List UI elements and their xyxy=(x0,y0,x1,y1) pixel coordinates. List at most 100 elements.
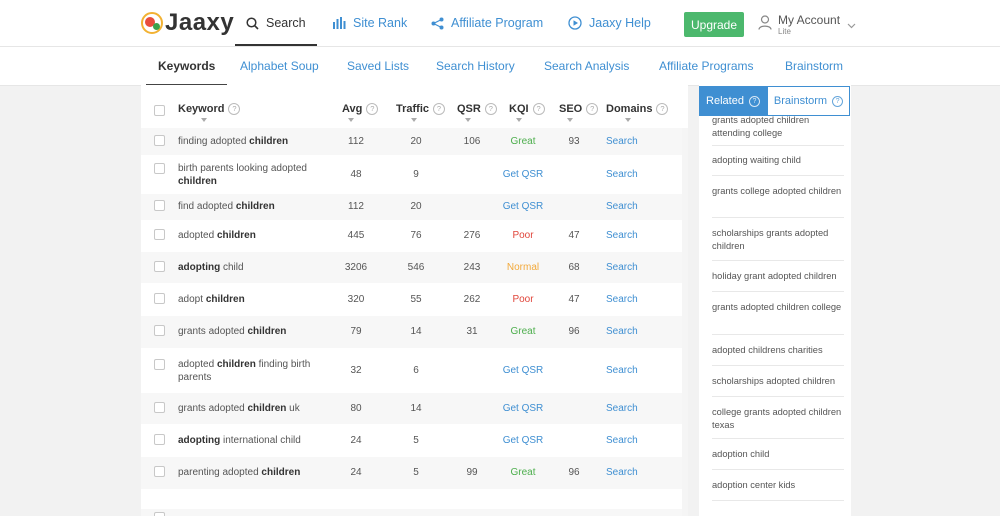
help-icon[interactable]: ? xyxy=(656,103,669,115)
table-row: adopting child 3206 546 243 68 Normal Search xyxy=(141,252,682,283)
traffic-value: 14 xyxy=(410,402,422,414)
domains-search-link[interactable]: Search xyxy=(606,435,638,446)
help-icon[interactable]: ? xyxy=(366,103,379,115)
help-icon[interactable]: ? xyxy=(748,95,760,107)
get-qsr-link[interactable]: Get QSR xyxy=(493,201,553,212)
get-qsr-link[interactable]: Get QSR xyxy=(493,365,553,376)
sort-caret-icon[interactable] xyxy=(516,118,522,122)
row-checkbox[interactable] xyxy=(154,433,165,445)
subnav-brainstorm[interactable]: Brainstorm xyxy=(785,47,843,85)
select-all-checkbox[interactable] xyxy=(154,105,165,116)
keyword-bold: children xyxy=(247,326,287,337)
subnav-keywords[interactable]: Keywords xyxy=(145,47,228,86)
subnav-search-analysis[interactable]: Search Analysis xyxy=(544,47,629,85)
header-keyword[interactable]: Keyword? xyxy=(178,103,241,115)
related-panel: Related? Brainstorm? grants adopted chil… xyxy=(699,85,851,516)
row-checkbox[interactable] xyxy=(154,512,165,516)
keyword-text: grants adopted children uk xyxy=(178,402,328,415)
help-icon[interactable]: ? xyxy=(433,103,446,115)
topnav-search[interactable]: Search xyxy=(235,0,317,46)
help-icon[interactable]: ? xyxy=(832,95,844,107)
related-keyword-item[interactable]: adopting waiting child xyxy=(712,145,844,176)
related-keyword-item[interactable]: adoption center kids xyxy=(712,470,844,501)
table-row: birth parents looking adopted children 48… xyxy=(141,155,682,194)
help-icon[interactable]: ? xyxy=(532,103,545,115)
table-scrollbar[interactable] xyxy=(682,128,688,516)
topnav-site-rank[interactable]: Site Rank xyxy=(333,0,407,46)
keyword-text: parenting adopted children xyxy=(178,466,328,479)
related-keyword-item[interactable]: scholarships adopted children xyxy=(712,366,844,397)
traffic-value: 5 xyxy=(413,467,419,478)
keyword-pre: grants adopted xyxy=(178,326,248,337)
sort-caret-icon[interactable] xyxy=(465,118,471,122)
topnav-affiliate-program[interactable]: Affiliate Program xyxy=(431,0,543,46)
domains-search-link[interactable]: Search xyxy=(606,294,638,305)
header-seo[interactable]: SEO? xyxy=(559,103,599,115)
domains-search-link[interactable]: Search xyxy=(606,467,638,478)
related-keyword-item[interactable]: grants adopted children college xyxy=(712,292,844,335)
header-avg[interactable]: Avg? xyxy=(342,103,379,115)
related-keyword-item[interactable]: grants college adopted children xyxy=(712,176,844,218)
subnav-saved-lists[interactable]: Saved Lists xyxy=(347,47,409,85)
domains-search-link[interactable]: Search xyxy=(606,262,638,273)
row-checkbox[interactable] xyxy=(154,401,165,413)
row-checkbox[interactable] xyxy=(154,162,165,174)
row-checkbox[interactable] xyxy=(154,325,165,336)
top-nav-bar: Jaaxy Search Site Rank Affiliate Program… xyxy=(0,0,1000,47)
subnav-affiliate-programs[interactable]: Affiliate Programs xyxy=(659,47,753,85)
domains-search-link[interactable]: Search xyxy=(606,169,638,180)
domains-search-link[interactable]: Search xyxy=(606,326,638,337)
keyword-bold: adopting xyxy=(178,434,221,446)
keyword-text: birth parents looking adopted children xyxy=(178,162,328,188)
get-qsr-link[interactable]: Get QSR xyxy=(493,403,553,414)
related-keyword-item[interactable]: adopted childrens charities xyxy=(712,335,844,366)
header-qsr[interactable]: QSR? xyxy=(457,103,497,115)
topnav-affiliate-program-label: Affiliate Program xyxy=(451,16,544,30)
table-row: adopting international child 24 5 Get QSR Se… xyxy=(141,424,682,457)
row-checkbox[interactable] xyxy=(154,358,165,370)
row-checkbox[interactable] xyxy=(154,466,165,477)
header-traffic[interactable]: Traffic? xyxy=(396,103,446,115)
sort-caret-icon[interactable] xyxy=(348,118,354,122)
sort-caret-icon[interactable] xyxy=(567,118,573,122)
keyword-pre: adopted xyxy=(178,358,217,370)
upgrade-button[interactable]: Upgrade xyxy=(684,12,744,37)
get-qsr-link[interactable]: Get QSR xyxy=(493,169,553,180)
header-kqi[interactable]: KQI? xyxy=(509,103,545,115)
traffic-value: 20 xyxy=(410,201,422,212)
table-row: grants adopted children uk 80 14 Get QSR Sea… xyxy=(141,393,682,424)
row-checkbox[interactable] xyxy=(154,134,165,146)
account-name: My Account xyxy=(778,13,841,27)
domains-search-link[interactable]: Search xyxy=(606,365,638,376)
related-keyword-item[interactable]: adoption child xyxy=(712,439,844,470)
get-qsr-link[interactable]: Get QSR xyxy=(493,435,553,446)
topnav-help[interactable]: Jaaxy Help xyxy=(568,0,651,46)
subnav-search-history[interactable]: Search History xyxy=(436,47,515,85)
help-icon[interactable]: ? xyxy=(484,103,497,115)
related-keyword-item-partial[interactable] xyxy=(712,503,844,516)
table-row: find adopted children 112 20 Get QSR Search xyxy=(141,194,682,220)
row-checkbox[interactable] xyxy=(154,229,165,240)
domains-search-link[interactable]: Search xyxy=(606,403,638,414)
account-menu[interactable]: My Account Lite xyxy=(758,12,856,38)
keyword-bold: adopting xyxy=(178,261,221,273)
related-keyword-item[interactable]: grants adopted children attending colleg… xyxy=(712,112,844,146)
domains-search-link[interactable]: Search xyxy=(606,201,638,212)
help-icon[interactable]: ? xyxy=(228,103,241,115)
header-domains[interactable]: Domains? xyxy=(606,103,669,115)
help-icon[interactable]: ? xyxy=(586,103,599,115)
jaaxy-logo[interactable]: Jaaxy xyxy=(141,7,234,39)
sort-caret-icon[interactable] xyxy=(625,118,631,122)
subnav-alphabet-soup[interactable]: Alphabet Soup xyxy=(240,47,319,85)
row-checkbox[interactable] xyxy=(154,260,165,272)
row-checkbox[interactable] xyxy=(154,292,165,304)
sort-caret-icon[interactable] xyxy=(411,118,417,122)
related-keyword-item[interactable]: college grants adopted children texas xyxy=(712,397,844,439)
sort-caret-icon[interactable] xyxy=(201,118,207,122)
domains-search-link[interactable]: Search xyxy=(606,136,638,147)
related-keyword-item[interactable]: holiday grant adopted children xyxy=(712,261,844,292)
row-checkbox[interactable] xyxy=(154,200,165,211)
related-keyword-item[interactable]: scholarships grants adopted children xyxy=(712,218,844,261)
table-row-partial xyxy=(141,509,682,516)
domains-search-link[interactable]: Search xyxy=(606,230,638,241)
